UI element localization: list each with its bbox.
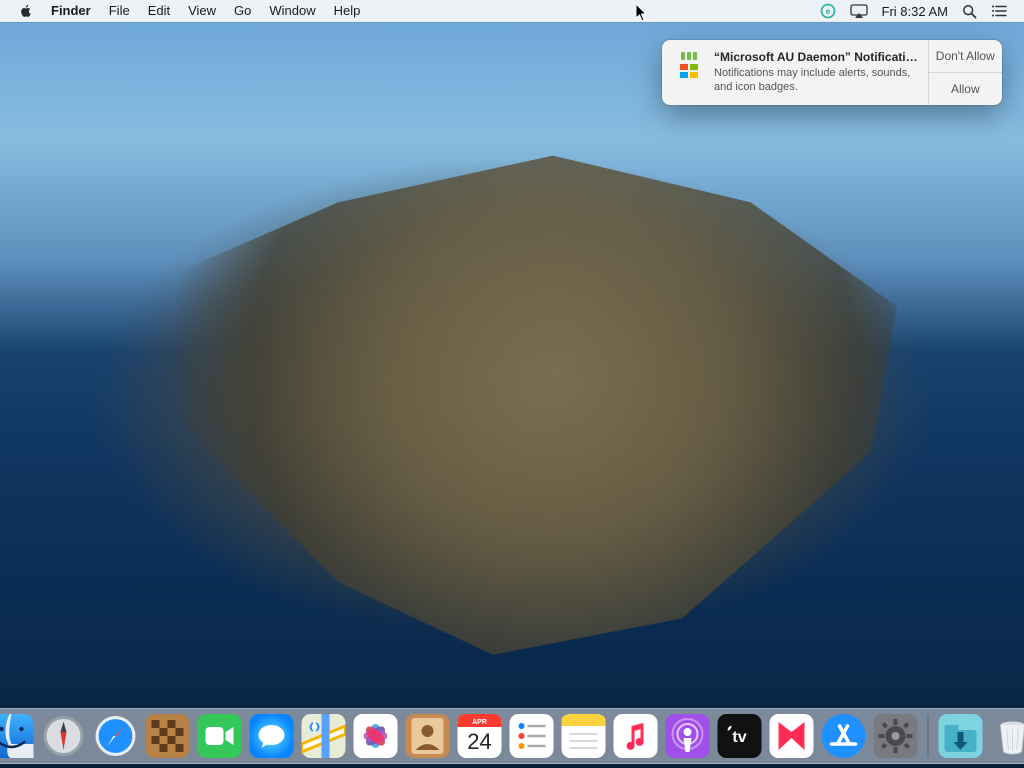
notification-body: Notifications may include alerts, sounds… bbox=[714, 66, 918, 95]
spotlight-icon[interactable] bbox=[955, 0, 984, 22]
dock-app-photos[interactable] bbox=[354, 714, 398, 758]
wallpaper-island bbox=[80, 140, 940, 660]
svg-text:24: 24 bbox=[467, 729, 491, 754]
menu-help[interactable]: Help bbox=[325, 0, 370, 22]
notification-allow-button[interactable]: Allow bbox=[929, 72, 1002, 105]
menu-edit[interactable]: Edit bbox=[139, 0, 179, 22]
dock-app-finder[interactable] bbox=[0, 714, 34, 758]
dock-trash[interactable] bbox=[991, 714, 1024, 758]
desktop[interactable]: Finder File Edit View Go Window Help e F… bbox=[0, 0, 1024, 768]
eset-status-icon[interactable]: e bbox=[813, 0, 843, 22]
menu-view[interactable]: View bbox=[179, 0, 225, 22]
dock-app-maps[interactable] bbox=[302, 714, 346, 758]
dock-app-podcasts[interactable] bbox=[666, 714, 710, 758]
mouse-cursor-icon bbox=[636, 4, 648, 22]
dock-app-launchpad[interactable] bbox=[42, 714, 86, 758]
dock-app-notes[interactable] bbox=[562, 714, 606, 758]
notification-dont-allow-button[interactable]: Don't Allow bbox=[929, 40, 1002, 72]
menu-clock[interactable]: Fri 8:32 AM bbox=[875, 0, 955, 22]
menu-file[interactable]: File bbox=[100, 0, 139, 22]
dock-app-appstore[interactable] bbox=[822, 714, 866, 758]
dock-separator bbox=[928, 714, 929, 758]
dock-downloads[interactable] bbox=[939, 714, 983, 758]
svg-text:tv: tv bbox=[732, 729, 746, 746]
dock-app-chess[interactable] bbox=[146, 714, 190, 758]
notification-center-icon[interactable] bbox=[984, 0, 1014, 22]
dock-app-safari[interactable] bbox=[94, 714, 138, 758]
notification-banner: “Microsoft AU Daemon” Notificati… Notifi… bbox=[662, 40, 1002, 105]
app-menu[interactable]: Finder bbox=[42, 0, 100, 22]
apple-logo-icon bbox=[19, 4, 33, 18]
svg-text:APR: APR bbox=[472, 719, 487, 726]
dock-app-facetime[interactable] bbox=[198, 714, 242, 758]
dock-app-contacts[interactable] bbox=[406, 714, 450, 758]
apple-menu[interactable] bbox=[10, 0, 42, 22]
dock-app-calendar[interactable]: APR 24 bbox=[458, 714, 502, 758]
menu-go[interactable]: Go bbox=[225, 0, 260, 22]
dock: APR 24 tv bbox=[0, 708, 1024, 764]
dock-app-music[interactable] bbox=[614, 714, 658, 758]
airplay-icon[interactable] bbox=[843, 0, 875, 22]
dock-app-news[interactable] bbox=[770, 714, 814, 758]
dock-app-preferences[interactable] bbox=[874, 714, 918, 758]
svg-text:e: e bbox=[825, 7, 830, 16]
notification-title: “Microsoft AU Daemon” Notificati… bbox=[714, 50, 918, 64]
menu-window[interactable]: Window bbox=[260, 0, 324, 22]
dock-app-reminders[interactable] bbox=[510, 714, 554, 758]
dock-app-messages[interactable] bbox=[250, 714, 294, 758]
menu-bar: Finder File Edit View Go Window Help e F… bbox=[0, 0, 1024, 22]
dock-app-tv[interactable]: tv bbox=[718, 714, 762, 758]
notification-app-icon bbox=[674, 50, 704, 80]
